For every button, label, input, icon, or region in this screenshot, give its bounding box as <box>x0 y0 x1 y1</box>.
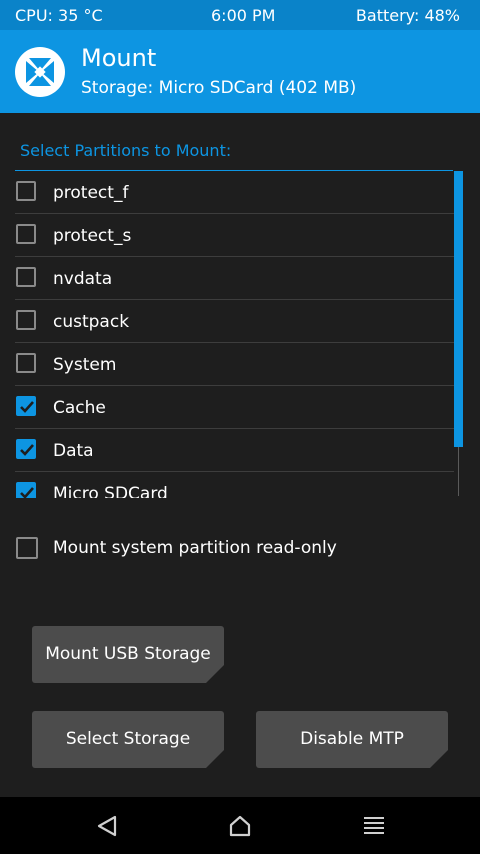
checkbox[interactable] <box>16 310 36 330</box>
checkmark-icon <box>20 444 34 456</box>
partition-list[interactable]: protect_f protect_s nvdata custpack Syst… <box>15 171 454 498</box>
menu-lines-icon[interactable] <box>359 811 389 841</box>
partition-label: Cache <box>53 398 106 418</box>
partition-label: custpack <box>53 312 130 332</box>
checkbox-checked[interactable] <box>16 396 36 416</box>
partition-item-micro-sdcard[interactable]: Micro SDCard <box>15 472 454 498</box>
partition-label: nvdata <box>53 269 113 289</box>
checkbox[interactable] <box>16 224 36 244</box>
select-storage-button[interactable]: Select Storage <box>32 711 224 768</box>
battery-level: Battery: 48% <box>355 6 460 25</box>
partition-item-protect-s[interactable]: protect_s <box>15 214 454 257</box>
partition-item-cache[interactable]: Cache <box>15 386 454 429</box>
cpu-temperature: CPU: 35 °C <box>15 6 103 25</box>
mount-usb-storage-button[interactable]: Mount USB Storage <box>32 626 224 683</box>
checkbox-checked[interactable] <box>16 439 36 459</box>
checkbox[interactable] <box>16 267 36 287</box>
readonly-option-label[interactable]: Mount system partition read-only <box>53 538 337 558</box>
navigation-bar <box>0 797 480 854</box>
partition-item-protect-f[interactable]: protect_f <box>15 171 454 214</box>
clock: 6:00 PM <box>211 6 276 25</box>
partition-item-nvdata[interactable]: nvdata <box>15 257 454 300</box>
checkbox[interactable] <box>16 353 36 373</box>
disable-mtp-button[interactable]: Disable MTP <box>256 711 448 768</box>
section-label: Select Partitions to Mount: <box>20 141 232 160</box>
page-title: Mount <box>81 44 157 72</box>
home-icon[interactable] <box>225 811 255 841</box>
readonly-checkbox[interactable] <box>16 537 38 559</box>
partition-label: Micro SDCard <box>53 484 168 498</box>
checkmark-icon <box>20 487 34 498</box>
header: Mount Storage: Micro SDCard (402 MB) <box>0 30 480 113</box>
checkmark-icon <box>20 401 34 413</box>
partition-label: System <box>53 355 117 375</box>
partition-item-data[interactable]: Data <box>15 429 454 472</box>
twrp-logo-icon <box>15 47 65 97</box>
partition-label: Data <box>53 441 94 461</box>
partition-item-system[interactable]: System <box>15 343 454 386</box>
status-bar: CPU: 35 °C 6:00 PM Battery: 48% <box>0 0 480 30</box>
back-triangle-icon[interactable] <box>92 811 122 841</box>
storage-subtitle: Storage: Micro SDCard (402 MB) <box>81 78 357 98</box>
partition-label: protect_f <box>53 183 129 203</box>
checkbox-checked[interactable] <box>16 482 36 498</box>
partition-label: protect_s <box>53 226 132 246</box>
checkbox[interactable] <box>16 181 36 201</box>
partition-item-custpack[interactable]: custpack <box>15 300 454 343</box>
scrollbar-thumb[interactable] <box>454 171 463 447</box>
